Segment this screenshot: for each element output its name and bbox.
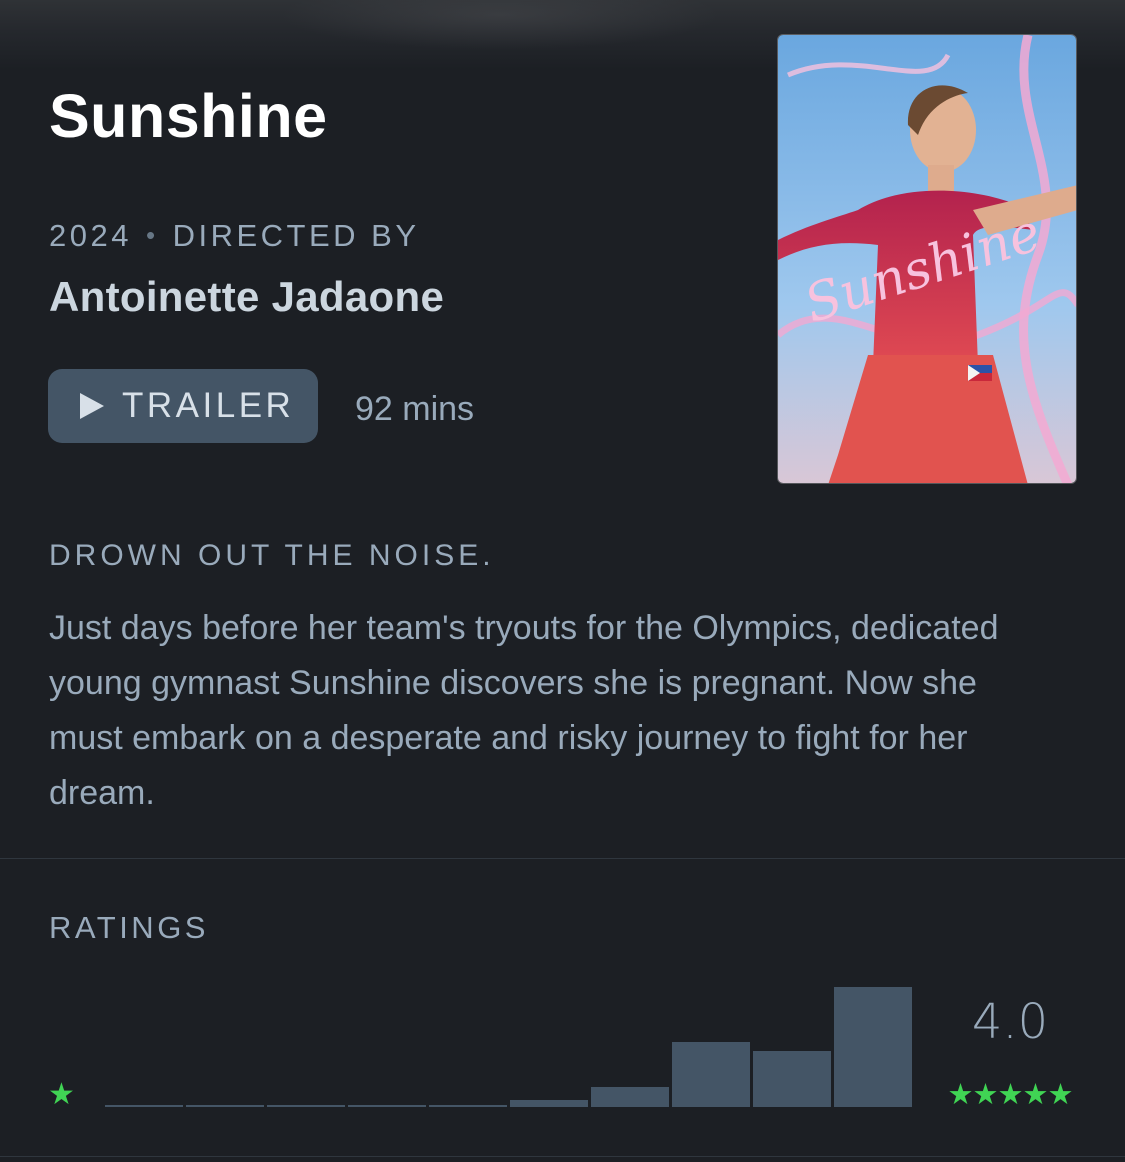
backdrop-highlight bbox=[280, 0, 720, 50]
trailer-label: TRAILER bbox=[122, 386, 295, 425]
director-name[interactable]: Antoinette Jadaone bbox=[49, 272, 444, 322]
play-icon bbox=[80, 393, 104, 419]
histogram-bar-0.5[interactable] bbox=[105, 1105, 183, 1107]
section-divider bbox=[0, 858, 1125, 859]
histogram-bar-4[interactable] bbox=[672, 1042, 750, 1107]
histogram-bar-1.5[interactable] bbox=[267, 1105, 345, 1107]
min-star-icon: ★ bbox=[48, 1078, 75, 1111]
poster-artwork: Sunshine bbox=[778, 35, 1076, 483]
film-title: Sunshine bbox=[49, 82, 328, 150]
synopsis: Just days before her team's tryouts for … bbox=[49, 609, 999, 812]
average-rating[interactable]: 4.0 bbox=[940, 995, 1080, 1049]
max-stars-icon: ★★★★★ bbox=[947, 1079, 1074, 1111]
bottom-divider bbox=[0, 1156, 1125, 1157]
histogram-bar-4.5[interactable] bbox=[753, 1051, 831, 1107]
histogram-bar-1[interactable] bbox=[186, 1105, 264, 1107]
release-year[interactable]: 2024 bbox=[49, 218, 132, 253]
histogram-bar-3[interactable] bbox=[510, 1100, 588, 1107]
meta-separator: • bbox=[145, 220, 159, 250]
film-meta: 2024 • DIRECTED BY bbox=[49, 215, 420, 256]
histogram-bar-2.5[interactable] bbox=[429, 1105, 507, 1107]
ratings-heading: RATINGS bbox=[49, 910, 209, 945]
histogram-bar-2[interactable] bbox=[348, 1105, 426, 1107]
histogram-bar-5[interactable] bbox=[834, 987, 912, 1107]
film-poster[interactable]: Sunshine bbox=[777, 34, 1077, 484]
directed-by-label: DIRECTED BY bbox=[172, 218, 420, 253]
runtime: 92 mins bbox=[355, 390, 475, 428]
tagline: DROWN OUT THE NOISE. bbox=[49, 539, 495, 572]
trailer-button[interactable]: TRAILER bbox=[48, 369, 318, 443]
histogram-bar-3.5[interactable] bbox=[591, 1087, 669, 1107]
